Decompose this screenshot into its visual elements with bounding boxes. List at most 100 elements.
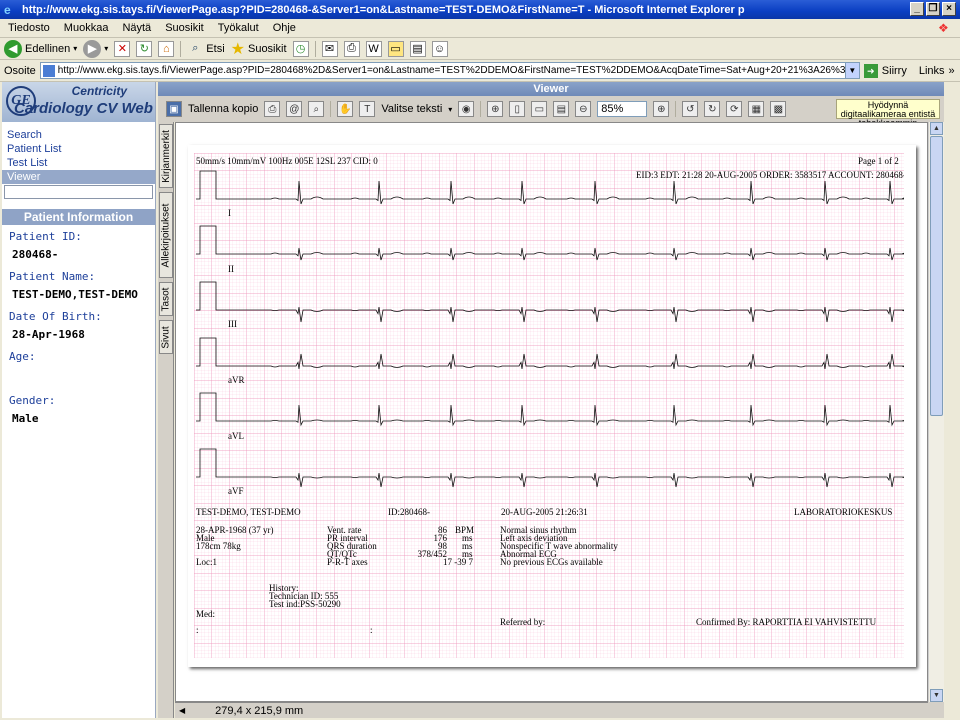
interpretation-line: No previous ECGs available <box>500 557 603 567</box>
menu-favorites[interactable]: Suosikit <box>165 22 204 34</box>
refresh-view-icon[interactable]: ⟳ <box>726 101 743 117</box>
ecg-page: 50mm/s 10mm/mV 100Hz 005E 12SL 237 CID: … <box>194 153 904 658</box>
lead-label-iii: III <box>228 319 237 329</box>
snapshot-icon[interactable]: ◉ <box>458 101 475 117</box>
age-value <box>2 365 155 389</box>
ecg-colon: : <box>370 625 373 635</box>
refresh-icon[interactable]: ↻ <box>136 40 153 57</box>
dob-label: Date Of Birth: <box>9 310 102 323</box>
scroll-left-icon[interactable]: ◀ <box>179 706 185 715</box>
tab-pages-label: Sivut <box>160 325 172 349</box>
address-label: Osoite <box>4 64 36 77</box>
scroll-thumb[interactable] <box>930 136 943 416</box>
print-icon[interactable]: ⎙ <box>264 101 281 117</box>
tab-bookmarks[interactable]: Kirjanmerkit <box>159 124 173 188</box>
gender-value: Male <box>12 412 39 425</box>
zoom-out-icon[interactable]: ⊖ <box>575 101 592 117</box>
chevron-right-icon[interactable]: » <box>949 65 955 77</box>
menu-tools[interactable]: Työkalut <box>218 22 259 34</box>
rotate-left-icon[interactable]: ↺ <box>682 101 699 117</box>
fit-width-icon[interactable]: ▤ <box>553 101 570 117</box>
app-logo: GE Centricity Cardiology CV Web <box>2 82 155 122</box>
measure-label: P-R-T axes <box>327 557 368 567</box>
edit-icon[interactable]: W <box>365 40 382 57</box>
ecg-footer-id: ID:280468- <box>388 507 430 517</box>
find-icon[interactable]: ⌕ <box>308 101 325 117</box>
text-select-icon: T <box>359 101 376 117</box>
tab-signatures[interactable]: Allekirjoitukset <box>159 192 173 278</box>
back-arrow-icon: ◀ <box>4 39 22 58</box>
menu-help[interactable]: Ohje <box>273 22 296 34</box>
layout-icon[interactable]: ▩ <box>770 101 787 117</box>
windows-logo-icon: ❖ <box>938 21 949 35</box>
rotate-right-icon[interactable]: ↻ <box>704 101 721 117</box>
history-icon[interactable]: ◷ <box>292 40 309 57</box>
window-title-bar[interactable]: e http://www.ekg.sis.tays.fi/ViewerPage.… <box>0 0 960 19</box>
browser-toolbar: ◀ Edellinen ▾ ▶ ▾ ✕ ↻ ⌂ ⌕ Etsi ★ Suosiki… <box>0 38 960 60</box>
links-button[interactable]: Links <box>919 65 945 77</box>
dob-value: 28-Apr-1968 <box>12 328 85 341</box>
save-icon: ▣ <box>166 101 182 117</box>
tab-pages[interactable]: Sivut <box>159 320 173 354</box>
scroll-up-icon[interactable]: ▲ <box>930 122 943 135</box>
toolbar-separator <box>330 101 332 117</box>
go-arrow-icon[interactable]: ➜ <box>863 63 878 78</box>
favorites-label: Suosikit <box>247 42 287 55</box>
actual-size-icon[interactable]: ▯ <box>509 101 526 117</box>
nav-item-test-list[interactable]: Test List <box>2 156 155 170</box>
menu-edit[interactable]: Muokkaa <box>64 22 109 34</box>
print-icon[interactable]: ⎙ <box>343 40 360 57</box>
minimize-button[interactable]: _ <box>910 2 924 16</box>
ecg-med: Med: <box>196 609 215 619</box>
zoom-in-icon[interactable]: ⊕ <box>487 101 504 117</box>
nav-item-search[interactable]: Search <box>2 128 155 142</box>
toolbar-separator <box>675 101 677 117</box>
nav-list: Search Patient List Test List Viewer <box>2 126 155 199</box>
search-button[interactable]: ⌕ Etsi <box>187 39 224 59</box>
scrollbar-corner <box>928 702 944 718</box>
viewer-toolbar: ▣ Tallenna kopio ⎙ @ ⌕ ✋ T Valitse tekst… <box>158 96 944 128</box>
save-copy-button[interactable]: Tallenna kopio <box>188 103 258 115</box>
close-button[interactable]: × <box>942 2 956 16</box>
back-button[interactable]: ◀ Edellinen ▾ <box>4 39 77 59</box>
address-dropdown-icon[interactable]: ▼ <box>844 63 859 78</box>
scroll-down-icon[interactable]: ▼ <box>930 689 943 702</box>
zoom-in-plus-icon[interactable]: ⊕ <box>653 101 670 117</box>
fit-page-icon[interactable]: ▭ <box>531 101 548 117</box>
home-icon[interactable]: ⌂ <box>158 40 175 57</box>
email-icon[interactable]: @ <box>286 101 303 117</box>
research-icon[interactable]: ▤ <box>409 40 426 57</box>
favorites-button[interactable]: ★ Suosikit <box>231 39 287 59</box>
select-text-button[interactable]: Valitse teksti <box>381 103 442 115</box>
tab-layers[interactable]: Tasot <box>159 282 173 316</box>
search-icon: ⌕ <box>192 42 199 54</box>
menu-file[interactable]: Tiedosto <box>8 22 50 34</box>
history-line: Test ind:PSS-50290 <box>269 599 341 609</box>
hand-tool-icon[interactable]: ✋ <box>337 101 354 117</box>
chevron-down-icon: ▾ <box>73 44 78 53</box>
chevron-down-icon[interactable]: ▾ <box>448 105 452 114</box>
menu-view[interactable]: Näytä <box>122 22 151 34</box>
ecg-grid <box>194 153 904 658</box>
nav-item-patient-list[interactable]: Patient List <box>2 142 155 156</box>
mail-icon[interactable]: ✉ <box>321 40 338 57</box>
messenger-icon[interactable]: ☺ <box>431 40 448 57</box>
digital-camera-hint[interactable]: Hyödynnä digitaalikameraa entistä tehokk… <box>836 99 940 128</box>
vertical-scrollbar[interactable]: ▲ ▼ <box>928 122 944 702</box>
gender-label: Gender: <box>9 394 56 407</box>
forward-button[interactable]: ▶ ▾ <box>83 39 108 59</box>
stop-icon[interactable]: ✕ <box>114 40 131 57</box>
page-icon <box>42 64 55 77</box>
restore-button[interactable]: ❐ <box>926 2 940 16</box>
ecg-confirmed-by: Confirmed By: RAPORTTIA EI VAHVISTETTU <box>696 617 877 627</box>
address-input[interactable]: http://www.ekg.sis.tays.fi/ViewerPage.as… <box>39 62 860 79</box>
folder-icon[interactable]: ▭ <box>387 40 404 57</box>
go-button[interactable]: Siirry <box>882 65 907 77</box>
ecg-referred-by: Referred by: <box>500 617 545 627</box>
window-title: http://www.ekg.sis.tays.fi/ViewerPage.as… <box>22 3 745 16</box>
tab-bookmarks-label: Kirjanmerkit <box>160 129 172 183</box>
ecg-colon: : <box>196 625 199 635</box>
zoom-field[interactable]: 85% <box>597 101 648 117</box>
nav-item-viewer[interactable]: Viewer <box>2 170 155 184</box>
pages-icon[interactable]: ▦ <box>748 101 765 117</box>
